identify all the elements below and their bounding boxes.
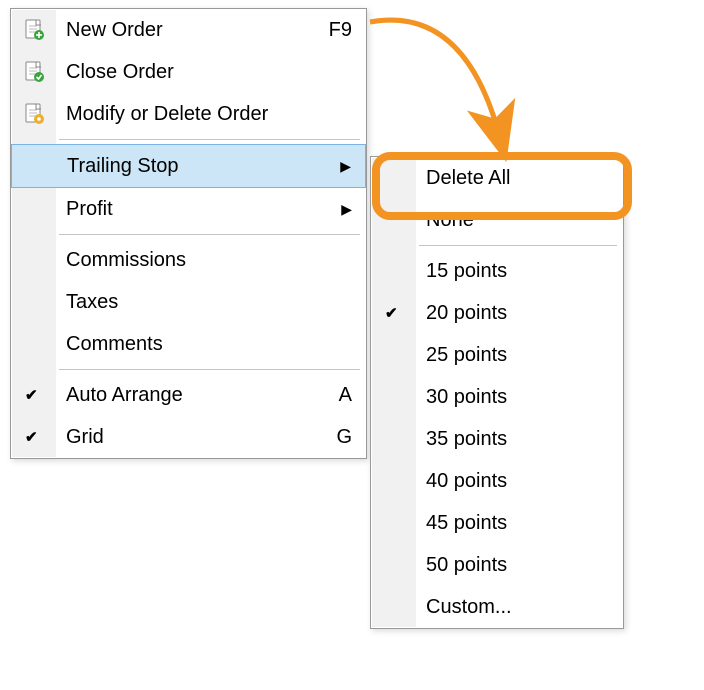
menu-item-label: New Order: [66, 19, 329, 42]
submenu-arrow-icon: ▶: [340, 158, 351, 175]
menu-item-label: 20 points: [426, 302, 609, 325]
submenu-item-15-points[interactable]: 15 points: [371, 250, 623, 292]
menu-item-auto-arrange[interactable]: ✔ Auto Arrange A: [11, 374, 366, 416]
menu-item-label: Delete All: [426, 167, 609, 190]
submenu-item-none[interactable]: None: [371, 199, 623, 241]
menu-item-label: 35 points: [426, 428, 609, 451]
submenu-item-delete-all[interactable]: Delete All: [371, 157, 623, 199]
menu-item-modify-order[interactable]: Modify or Delete Order: [11, 93, 366, 135]
menu-separator: [419, 245, 617, 246]
menu-item-label: Modify or Delete Order: [66, 103, 352, 126]
menu-item-label: None: [426, 209, 609, 232]
menu-item-label: 40 points: [426, 470, 609, 493]
submenu-item-45-points[interactable]: 45 points: [371, 502, 623, 544]
menu-item-grid[interactable]: ✔ Grid G: [11, 416, 366, 458]
trailing-stop-submenu: Delete All None 15 points ✔ 20 points 25…: [370, 156, 624, 629]
menu-item-label: 25 points: [426, 344, 609, 367]
menu-item-label: Custom...: [426, 596, 609, 619]
document-gear-icon: [22, 102, 46, 126]
menu-item-shortcut: F9: [329, 19, 352, 42]
menu-item-close-order[interactable]: Close Order: [11, 51, 366, 93]
submenu-item-35-points[interactable]: 35 points: [371, 418, 623, 460]
check-icon: ✔: [25, 428, 38, 446]
menu-separator: [59, 139, 360, 140]
menu-item-label: 30 points: [426, 386, 609, 409]
menu-item-new-order[interactable]: New Order F9: [11, 9, 366, 51]
menu-item-label: Auto Arrange: [66, 384, 339, 407]
menu-item-label: 50 points: [426, 554, 609, 577]
check-icon: ✔: [25, 386, 38, 404]
submenu-item-50-points[interactable]: 50 points: [371, 544, 623, 586]
menu-item-label: Taxes: [66, 291, 352, 314]
menu-item-label: 45 points: [426, 512, 609, 535]
menu-item-profit[interactable]: Profit ▶: [11, 188, 366, 230]
menu-item-label: 15 points: [426, 260, 609, 283]
menu-item-shortcut: G: [336, 426, 352, 449]
submenu-item-30-points[interactable]: 30 points: [371, 376, 623, 418]
menu-item-label: Trailing Stop: [67, 155, 340, 178]
menu-item-taxes[interactable]: Taxes: [11, 281, 366, 323]
menu-item-comments[interactable]: Comments: [11, 323, 366, 365]
menu-separator: [59, 234, 360, 235]
menu-item-label: Close Order: [66, 61, 352, 84]
menu-separator: [59, 369, 360, 370]
submenu-item-custom[interactable]: Custom...: [371, 586, 623, 628]
context-menu: New Order F9 Close Order: [10, 8, 367, 459]
annotation-arrow-icon: [360, 10, 560, 160]
submenu-item-25-points[interactable]: 25 points: [371, 334, 623, 376]
check-icon: ✔: [385, 304, 398, 322]
submenu-item-40-points[interactable]: 40 points: [371, 460, 623, 502]
document-plus-icon: [22, 18, 46, 42]
menu-item-trailing-stop[interactable]: Trailing Stop ▶: [11, 144, 366, 188]
menu-item-shortcut: A: [339, 384, 352, 407]
menu-item-label: Comments: [66, 333, 352, 356]
document-check-icon: [22, 60, 46, 84]
menu-item-label: Grid: [66, 426, 336, 449]
submenu-item-20-points[interactable]: ✔ 20 points: [371, 292, 623, 334]
menu-item-commissions[interactable]: Commissions: [11, 239, 366, 281]
menu-item-label: Commissions: [66, 249, 352, 272]
submenu-arrow-icon: ▶: [341, 201, 352, 218]
menu-item-label: Profit: [66, 198, 341, 221]
